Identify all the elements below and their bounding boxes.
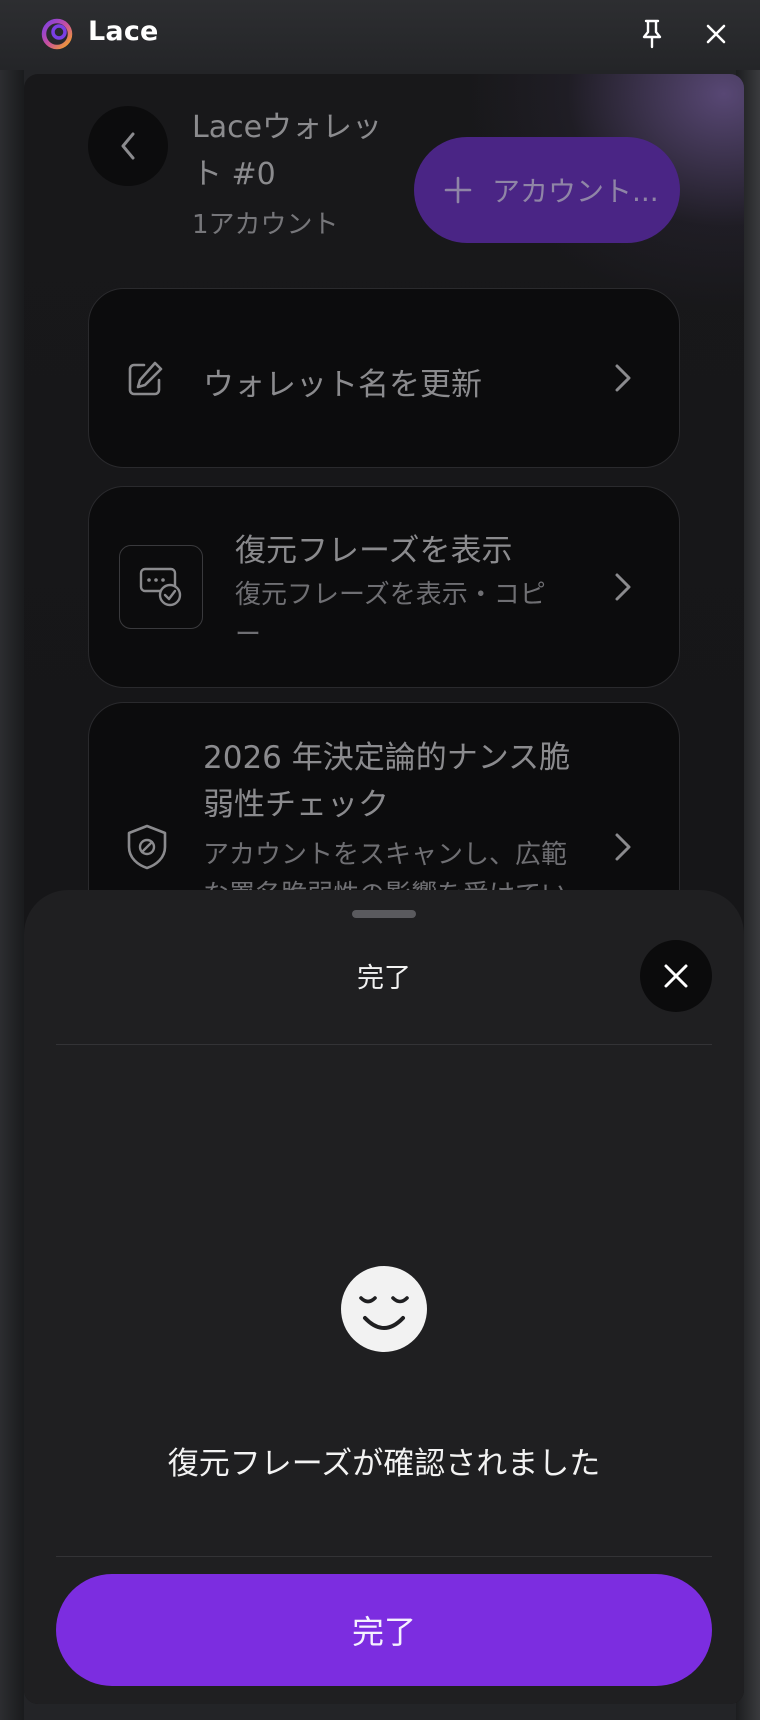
success-bottom-sheet: 完了 復元フレーズが確認されました 完了 <box>24 890 744 1704</box>
add-account-button[interactable]: アカウント... <box>414 137 680 243</box>
nonce-vulnerability-check-label: 2026 年決定論的ナンス脆弱性チェック <box>203 740 571 823</box>
pin-button[interactable] <box>636 16 668 52</box>
sheet-footer-divider <box>56 1556 712 1557</box>
close-icon <box>664 964 688 988</box>
chevron-right-icon <box>615 364 631 392</box>
sheet-title: 完了 <box>357 963 411 994</box>
recovery-phrase-icon <box>139 567 182 607</box>
sheet-close-button[interactable] <box>640 940 712 1012</box>
back-button[interactable] <box>88 106 168 186</box>
plus-icon <box>444 176 472 204</box>
chevron-right-icon <box>615 573 631 601</box>
shield-icon <box>127 824 167 870</box>
title-bar: Lace <box>0 0 760 70</box>
window-close-button[interactable] <box>700 16 732 52</box>
rename-wallet-item[interactable]: ウォレット名を更新 <box>88 288 680 468</box>
rename-wallet-label: ウォレット名を更新 <box>203 367 482 403</box>
pin-icon <box>642 19 662 49</box>
show-recovery-phrase-label: 復元フレーズを表示 <box>235 533 513 569</box>
close-icon <box>706 24 726 44</box>
done-button[interactable]: 完了 <box>56 1574 712 1686</box>
success-message: 復元フレーズが確認されました <box>167 1446 601 1482</box>
smiley-icon <box>341 1266 427 1352</box>
chevron-left-icon <box>121 132 135 160</box>
recovery-phrase-icon-box <box>119 545 203 629</box>
show-recovery-phrase-item[interactable]: 復元フレーズを表示 復元フレーズを表示・コピー <box>88 486 680 688</box>
add-account-label: アカウント... <box>492 175 659 208</box>
left-window-edge <box>0 70 24 1720</box>
app-name: Lace <box>88 16 159 47</box>
wallet-name: Laceウォレット #0 <box>192 110 383 192</box>
sheet-drag-handle[interactable] <box>352 910 416 918</box>
wallet-account-count: 1アカウント <box>192 210 339 240</box>
sheet-header-divider <box>56 1044 712 1045</box>
edit-icon <box>128 361 163 396</box>
lace-logo-icon <box>41 18 73 50</box>
show-recovery-phrase-description: 復元フレーズを表示・コピー <box>235 580 546 650</box>
chevron-right-icon <box>615 833 631 861</box>
screen: Lace Laceウォレット #0 1アカウント アカウント... ウォレット名… <box>0 0 760 1720</box>
